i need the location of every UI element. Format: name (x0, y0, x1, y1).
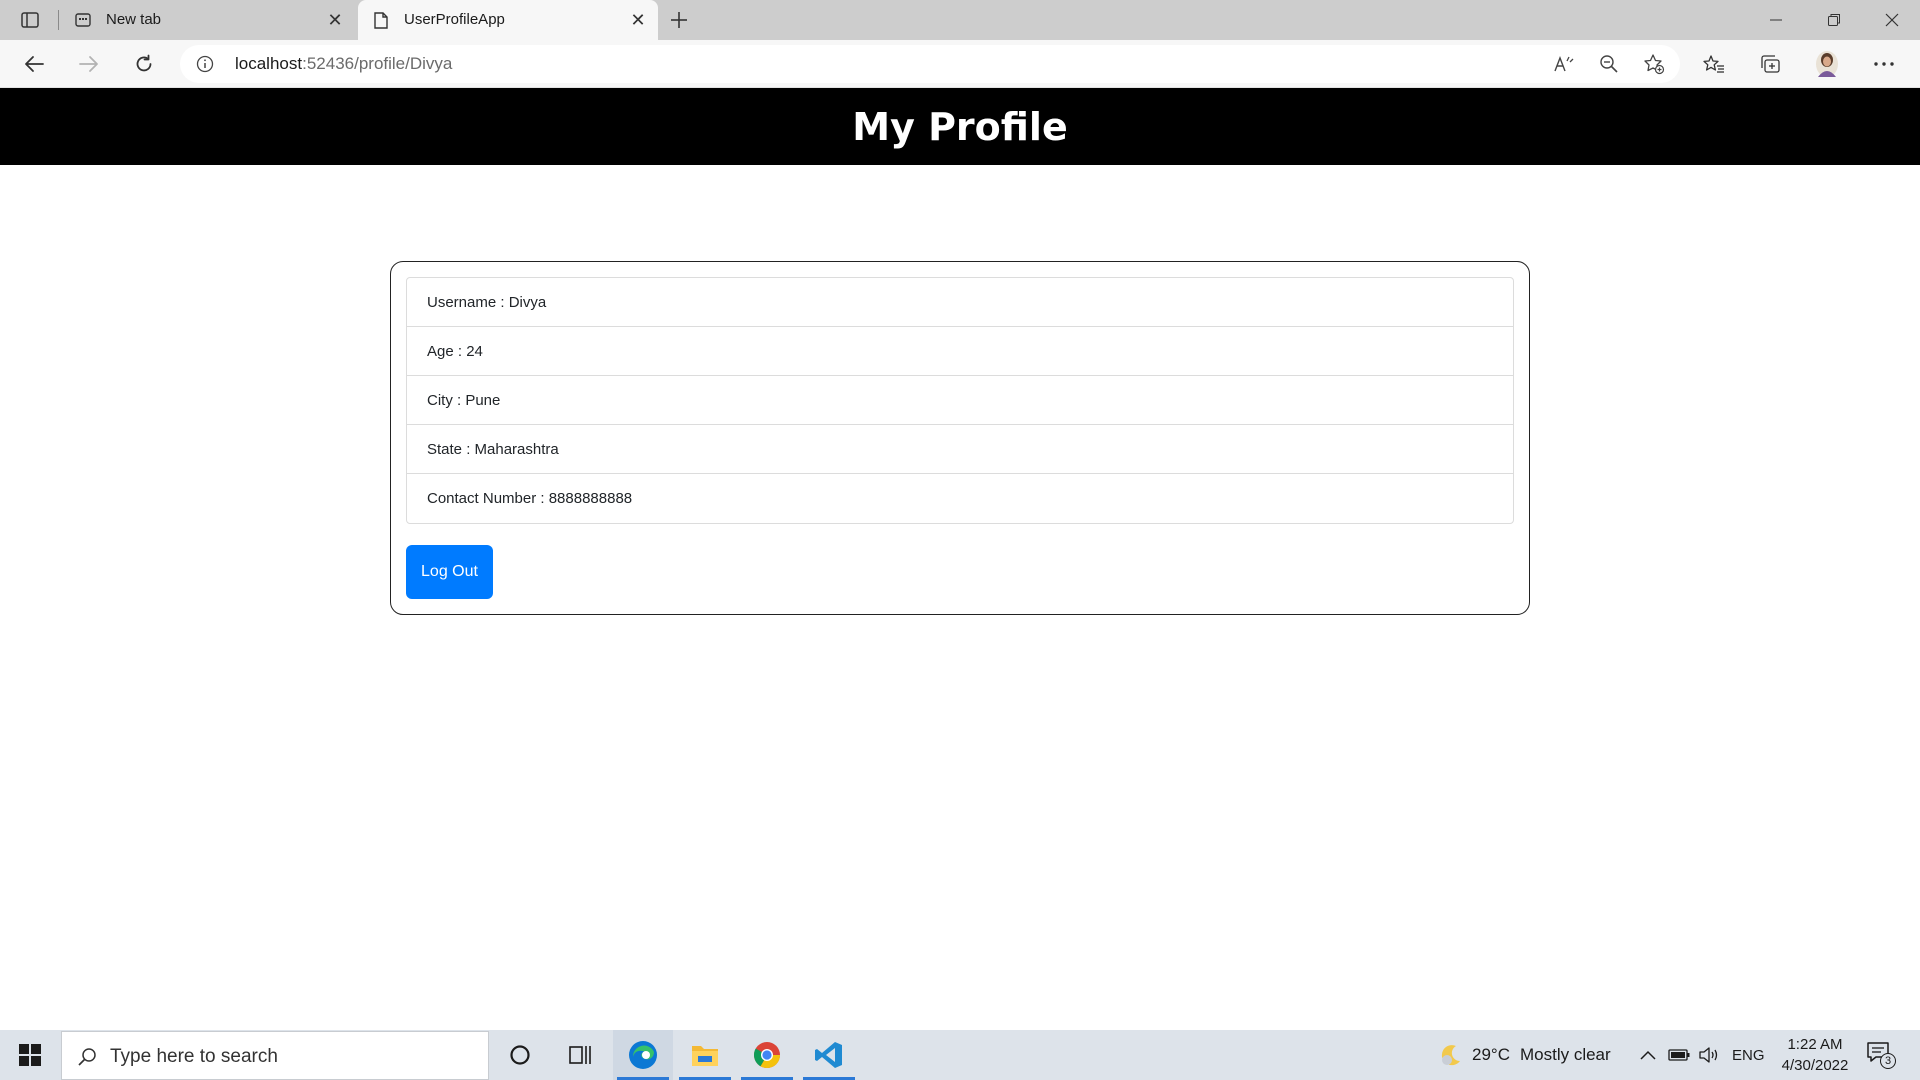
tab-title: UserProfileApp (404, 11, 505, 28)
profile-age: Age : 24 (407, 327, 1513, 376)
taskbar-search[interactable]: Type here to search (61, 1031, 489, 1080)
avatar[interactable] (1811, 49, 1843, 79)
profile-state: State : Maharashtra (407, 425, 1513, 474)
language-indicator[interactable]: ENG (1732, 1030, 1765, 1080)
page-header: My Profile (0, 88, 1920, 165)
refresh-icon[interactable] (126, 48, 162, 80)
moon-icon (1438, 1042, 1464, 1068)
notification-count-badge: 3 (1880, 1053, 1896, 1069)
page-icon (372, 11, 390, 29)
forward-arrow-icon[interactable] (71, 48, 107, 80)
vscode-icon[interactable] (799, 1030, 859, 1080)
tab-new-tab[interactable]: New tab ✕ (60, 0, 355, 40)
search-icon (76, 1046, 98, 1068)
address-bar[interactable]: localhost:52436/profile/Divya (180, 45, 1680, 83)
browser-toolbar: localhost:52436/profile/Divya (0, 40, 1920, 88)
profile-list: Username : Divya Age : 24 City : Pune St… (406, 277, 1514, 524)
add-favorite-icon[interactable] (1640, 52, 1668, 76)
favorites-icon[interactable] (1698, 49, 1730, 79)
tab-strip: New tab ✕ UserProfileApp ✕ (0, 0, 1920, 40)
page-title: My Profile (852, 104, 1068, 149)
plus-icon[interactable] (664, 6, 694, 34)
profile-contact-number: Contact Number : 8888888888 (427, 490, 633, 507)
profile-city: City : Pune (407, 376, 1513, 425)
url-path: :52436/profile/Divya (302, 54, 453, 73)
weather-widget[interactable]: 29°C Mostly clear (1438, 1030, 1611, 1080)
task-view-icon[interactable] (550, 1030, 610, 1080)
chevron-up-icon[interactable] (1640, 1030, 1656, 1080)
new-tab-page-icon (74, 11, 92, 29)
close-icon[interactable]: ✕ (628, 10, 648, 30)
collections-icon[interactable] (1754, 49, 1786, 79)
profile-card: Username : Divya Age : 24 City : Pune St… (390, 261, 1530, 615)
volume-icon[interactable] (1698, 1030, 1720, 1080)
tab-separator (58, 10, 59, 30)
url-text[interactable]: localhost:52436/profile/Divya (235, 55, 452, 73)
close-icon[interactable]: ✕ (325, 10, 345, 30)
battery-icon[interactable] (1668, 1030, 1690, 1080)
search-placeholder: Type here to search (110, 1046, 278, 1067)
read-aloud-icon[interactable] (1550, 52, 1578, 76)
windows-start-icon[interactable] (0, 1030, 60, 1080)
more-icon[interactable] (1868, 49, 1900, 79)
profile-username: Username : Divya (407, 278, 1513, 327)
restore-icon[interactable] (1806, 0, 1862, 40)
clock-time: 1:22 AM (1787, 1036, 1843, 1053)
tab-userprofileapp[interactable]: UserProfileApp ✕ (358, 0, 658, 40)
notifications-icon[interactable]: 3 (1866, 1030, 1896, 1080)
weather-temp: 29°C (1472, 1045, 1510, 1064)
taskbar: Type here to search 29°C Mostly clear EN… (0, 1030, 1920, 1080)
zoom-out-icon[interactable] (1595, 52, 1623, 76)
tab-title: New tab (106, 11, 162, 28)
url-host: localhost (235, 54, 303, 73)
edge-icon[interactable] (613, 1030, 673, 1080)
chrome-icon[interactable] (737, 1030, 797, 1080)
window-close-icon[interactable] (1864, 0, 1920, 40)
info-icon[interactable] (196, 55, 214, 73)
logout-button[interactable]: Log Out (406, 545, 493, 599)
back-arrow-icon[interactable] (16, 48, 52, 80)
cortana-icon[interactable] (490, 1030, 550, 1080)
clock[interactable]: 1:22 AM 4/30/2022 (1770, 1034, 1860, 1076)
tab-actions-icon[interactable] (14, 8, 46, 32)
weather-condition: Mostly clear (1519, 1045, 1611, 1064)
clock-date: 4/30/2022 (1781, 1057, 1849, 1074)
file-explorer-icon[interactable] (675, 1030, 735, 1080)
minimize-icon[interactable] (1748, 0, 1804, 40)
